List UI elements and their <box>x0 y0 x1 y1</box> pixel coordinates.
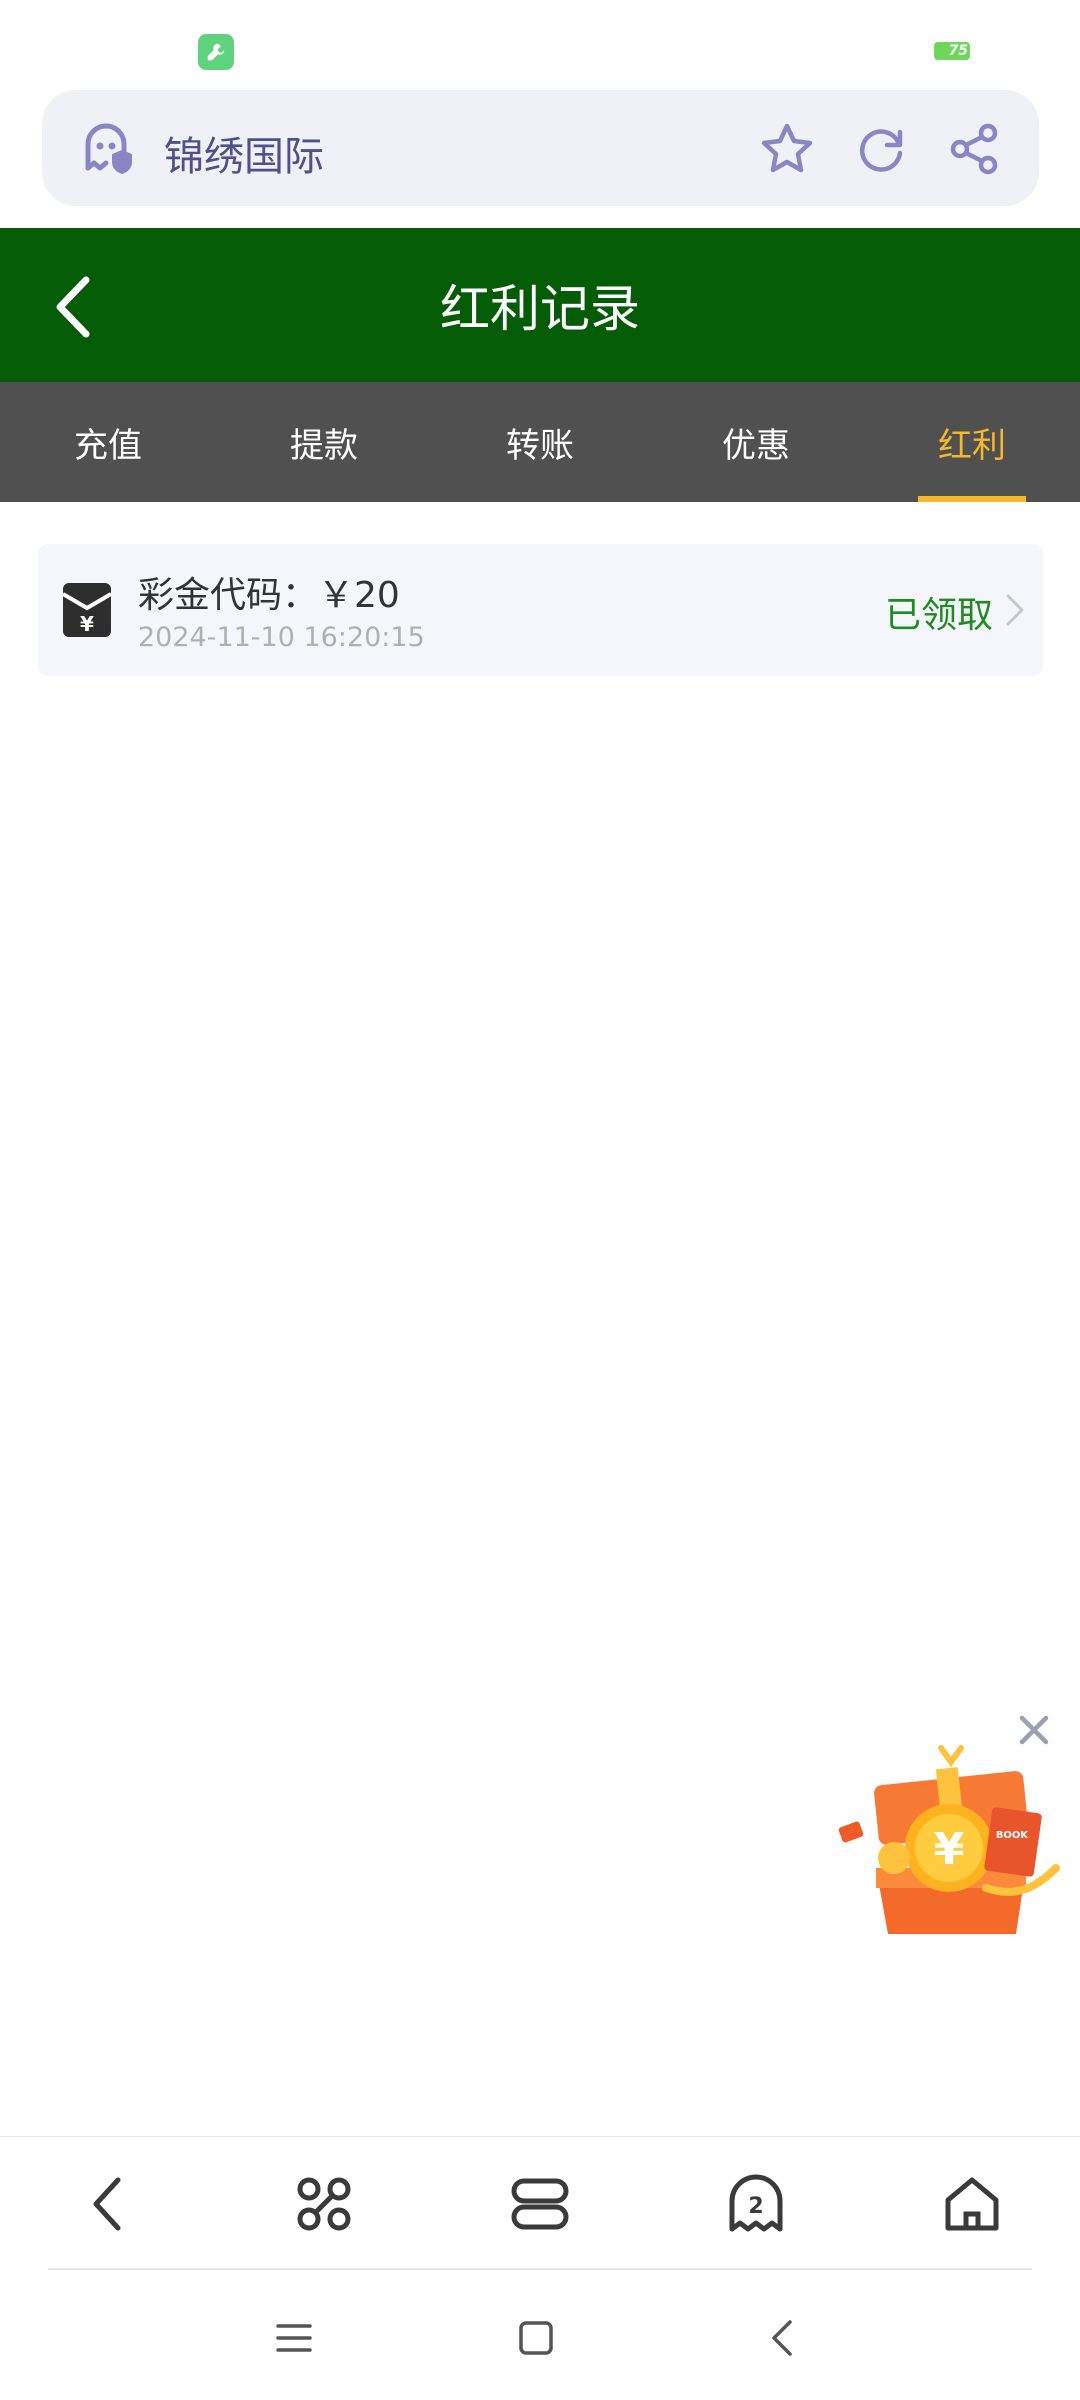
site-title: 锦绣国际 <box>164 134 324 180</box>
tab-deposit[interactable]: 充值 <box>0 382 216 502</box>
tabs-ghost-icon: 2 <box>729 2174 783 2231</box>
nav-tabs-button[interactable]: 2 <box>648 2137 864 2271</box>
app-header: 红利记录 <box>0 228 1080 382</box>
record-date: 2024-11-10 16:20:15 <box>138 622 425 653</box>
star-icon[interactable] <box>758 120 816 178</box>
nav-menu-button[interactable] <box>432 2137 648 2271</box>
page: 75 锦绣国际 红利记录 充值 提款 转账 优惠 红利 ¥ 彩金代码：￥20 2… <box>0 0 1080 2400</box>
tab-bonus[interactable]: 红利 <box>864 382 1080 502</box>
chevron-right-icon <box>1006 594 1024 626</box>
home-icon <box>945 2177 999 2230</box>
menu-icon <box>511 2178 569 2229</box>
system-back-icon[interactable] <box>762 2316 806 2360</box>
system-nav-bar <box>0 2272 1080 2400</box>
battery-level: 75 <box>934 42 970 60</box>
ghost-shield-icon <box>85 123 132 174</box>
record-title: 彩金代码：￥20 <box>138 575 400 616</box>
browser-address-bar[interactable]: 锦绣国际 <box>42 90 1039 206</box>
back-icon <box>93 2177 121 2230</box>
svg-text:BOOK: BOOK <box>996 1830 1030 1841</box>
tab-withdraw[interactable]: 提款 <box>216 382 432 502</box>
tab-transfer[interactable]: 转账 <box>432 382 648 502</box>
back-arrow-icon[interactable] <box>46 272 106 342</box>
gift-box-icon[interactable]: ¥ BOOK <box>836 1738 1062 1938</box>
svg-text:¥: ¥ <box>80 612 94 636</box>
recents-menu-icon[interactable] <box>272 2316 316 2360</box>
command-icon <box>297 2177 351 2230</box>
battery-icon: 75 <box>934 42 974 60</box>
browser-bottom-nav: 2 <box>0 2136 1080 2270</box>
list-item[interactable]: ¥ 彩金代码：￥20 2024-11-10 16:20:15 已领取 <box>38 544 1043 676</box>
page-title: 红利记录 <box>440 280 640 338</box>
nav-home-button[interactable] <box>864 2137 1080 2271</box>
wrench-icon <box>198 34 234 70</box>
tab-promotion[interactable]: 优惠 <box>648 382 864 502</box>
nav-apps-button[interactable] <box>216 2137 432 2271</box>
share-icon[interactable] <box>946 120 1004 178</box>
refresh-icon[interactable] <box>852 120 910 178</box>
home-square-icon[interactable] <box>514 2316 558 2360</box>
status-bar: 75 <box>0 0 1080 90</box>
svg-text:¥: ¥ <box>934 1824 965 1875</box>
nav-back-button[interactable] <box>0 2137 216 2271</box>
status-badge: 已领取 <box>884 595 993 636</box>
red-envelope-icon: ¥ <box>62 583 112 637</box>
record-tabs: 充值 提款 转账 优惠 红利 <box>0 382 1080 502</box>
divider <box>48 2268 1032 2270</box>
tab-count: 2 <box>748 2194 763 2219</box>
